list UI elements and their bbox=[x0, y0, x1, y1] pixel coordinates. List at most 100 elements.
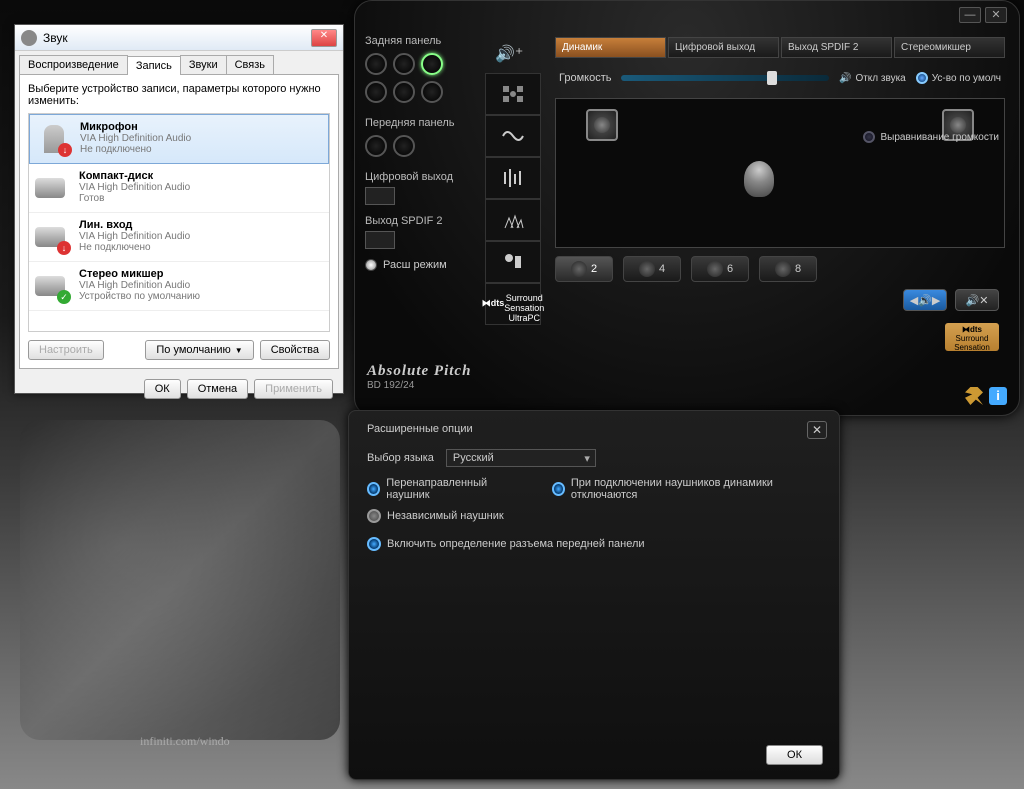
opt-mute-speakers[interactable]: При подключении наушников динамики отклю… bbox=[552, 477, 821, 501]
opt-front-jack-detect[interactable]: Включить определение разъема передней па… bbox=[367, 537, 645, 551]
radio-icon bbox=[365, 259, 377, 271]
advanced-options-dialog: Расширенные опции ✕ Выбор языка Русский … bbox=[348, 410, 840, 780]
sound-title: Звук bbox=[43, 31, 311, 45]
device-icon: ↓ bbox=[36, 121, 72, 157]
slider-thumb[interactable] bbox=[767, 71, 777, 85]
speaker-icon bbox=[21, 30, 37, 46]
jack[interactable] bbox=[393, 81, 415, 103]
channel-dot-icon bbox=[639, 261, 655, 277]
speaker-settings-button[interactable]: 🔊✕ bbox=[955, 289, 999, 311]
jack[interactable] bbox=[421, 81, 443, 103]
channel-button-8[interactable]: 8 bbox=[759, 256, 817, 282]
device-sub: VIA High Definition Audio bbox=[79, 182, 190, 193]
adv-title: Расширенные опции bbox=[367, 423, 821, 435]
listener-icon bbox=[744, 161, 774, 197]
speaker-left-icon[interactable] bbox=[586, 109, 618, 141]
device-item[interactable]: ↓Лин. входVIA High Definition AudioНе по… bbox=[29, 213, 329, 262]
jack[interactable] bbox=[365, 81, 387, 103]
wallpaper-car bbox=[20, 420, 340, 740]
settings-icon[interactable] bbox=[965, 387, 983, 405]
device-status: Устройство по умолчанию bbox=[79, 291, 200, 302]
radio-off-icon bbox=[863, 131, 875, 143]
channel-row: 2468 bbox=[555, 256, 1005, 282]
language-select[interactable]: Русский bbox=[446, 449, 596, 467]
device-sub: VIA High Definition Audio bbox=[79, 280, 200, 291]
test-audio-button[interactable]: ◀🔊▶ bbox=[903, 289, 947, 311]
output-tab[interactable]: Цифровой выход bbox=[668, 37, 779, 58]
radio-on-icon bbox=[552, 482, 565, 496]
effect-icons: ⧓dtsSurround SensationUltraPC bbox=[485, 73, 541, 325]
equalizer-icon[interactable] bbox=[485, 157, 541, 199]
panel-minimize-button[interactable]: — bbox=[959, 7, 981, 23]
adv-close-button[interactable]: ✕ bbox=[807, 421, 827, 439]
default-device-toggle[interactable]: Ус-во по умолч bbox=[916, 72, 1001, 84]
radio-off-icon bbox=[367, 509, 381, 523]
tab-comm[interactable]: Связь bbox=[226, 55, 274, 74]
normalize-toggle[interactable]: Выравнивание громкости bbox=[863, 131, 999, 143]
info-icon[interactable]: i bbox=[989, 387, 1007, 405]
device-status: Не подключено bbox=[80, 144, 191, 155]
channel-button-6[interactable]: 6 bbox=[691, 256, 749, 282]
tab-playback[interactable]: Воспроизведение bbox=[19, 55, 128, 74]
device-icon: ↓ bbox=[35, 219, 71, 255]
channel-dot-icon bbox=[707, 261, 723, 277]
device-item[interactable]: Компакт-дискVIA High Definition AudioГот… bbox=[29, 164, 329, 213]
device-name: Компакт-диск bbox=[79, 170, 190, 182]
brand-title: Absolute Pitch bbox=[367, 363, 471, 380]
output-tab[interactable]: Стереомикшер bbox=[894, 37, 1005, 58]
wave-icon[interactable] bbox=[485, 115, 541, 157]
dts-badge[interactable]: ⧓dtsSurround Sensation bbox=[945, 323, 999, 351]
jack-active[interactable] bbox=[421, 53, 443, 75]
brand-sub: BD 192/24 bbox=[367, 380, 471, 391]
tab-record[interactable]: Запись bbox=[127, 56, 181, 75]
radio-on-icon bbox=[916, 72, 928, 84]
close-button[interactable]: ✕ bbox=[311, 29, 337, 47]
tab-sounds[interactable]: Звуки bbox=[180, 55, 227, 74]
mute-toggle[interactable]: 🔊 Откл звука bbox=[839, 73, 906, 84]
output-tab[interactable]: Динамик bbox=[555, 37, 666, 58]
sound-titlebar[interactable]: Звук ✕ bbox=[15, 25, 343, 51]
lang-label: Выбор языка bbox=[367, 452, 434, 464]
karaoke-icon[interactable] bbox=[485, 241, 541, 283]
device-sub: VIA High Definition Audio bbox=[80, 133, 191, 144]
panel-close-button[interactable]: ✕ bbox=[985, 7, 1007, 23]
device-list: ↓МикрофонVIA High Definition AudioНе под… bbox=[28, 113, 330, 332]
apply-button: Применить bbox=[254, 379, 333, 399]
adv-mode-label: Расш режим bbox=[383, 259, 447, 271]
speaker-config-icon[interactable] bbox=[485, 73, 541, 115]
channel-button-2[interactable]: 2 bbox=[555, 256, 613, 282]
channel-button-4[interactable]: 4 bbox=[623, 256, 681, 282]
configure-button: Настроить bbox=[28, 340, 104, 360]
output-tabs: ДинамикЦифровой выходВыход SPDIF 2Стерео… bbox=[555, 37, 1005, 58]
instruction-text: Выберите устройство записи, параметры ко… bbox=[28, 83, 330, 107]
jack[interactable] bbox=[365, 53, 387, 75]
rear-panel-label: Задняя панель bbox=[365, 35, 525, 47]
radio-on-icon bbox=[367, 482, 380, 496]
speaker-layout bbox=[555, 98, 1005, 248]
spdif2-icon[interactable] bbox=[365, 231, 395, 249]
sound-tabs: Воспроизведение Запись Звуки Связь bbox=[15, 51, 343, 74]
device-icon bbox=[35, 170, 71, 206]
device-status: Готов bbox=[79, 193, 190, 204]
device-name: Лин. вход bbox=[79, 219, 190, 231]
channel-dot-icon bbox=[775, 261, 791, 277]
device-name: Микрофон bbox=[80, 121, 191, 133]
properties-button[interactable]: Свойства bbox=[260, 340, 330, 360]
jack[interactable] bbox=[393, 135, 415, 157]
opt-redirect-headphone[interactable]: Перенаправленный наушник bbox=[367, 477, 522, 501]
environment-icon[interactable] bbox=[485, 199, 541, 241]
wallpaper-url: infiniti.com/windo bbox=[140, 734, 230, 749]
dts-icon[interactable]: ⧓dtsSurround SensationUltraPC bbox=[485, 283, 541, 325]
device-item[interactable]: ↓ МикрофонVIA High Definition AudioНе под… bbox=[29, 114, 329, 164]
adv-ok-button[interactable]: ОК bbox=[766, 745, 823, 765]
opt-independent-headphone[interactable]: Независимый наушник bbox=[367, 509, 504, 523]
ok-button[interactable]: ОК bbox=[144, 379, 181, 399]
jack[interactable] bbox=[365, 135, 387, 157]
digital-out-icon[interactable] bbox=[365, 187, 395, 205]
volume-slider[interactable] bbox=[621, 75, 829, 81]
jack[interactable] bbox=[393, 53, 415, 75]
default-button[interactable]: По умолчанию▼ bbox=[145, 340, 253, 360]
cancel-button[interactable]: Отмена bbox=[187, 379, 248, 399]
output-tab[interactable]: Выход SPDIF 2 bbox=[781, 37, 892, 58]
device-item[interactable]: ✓Стерео микшерVIA High Definition AudioУ… bbox=[29, 262, 329, 311]
